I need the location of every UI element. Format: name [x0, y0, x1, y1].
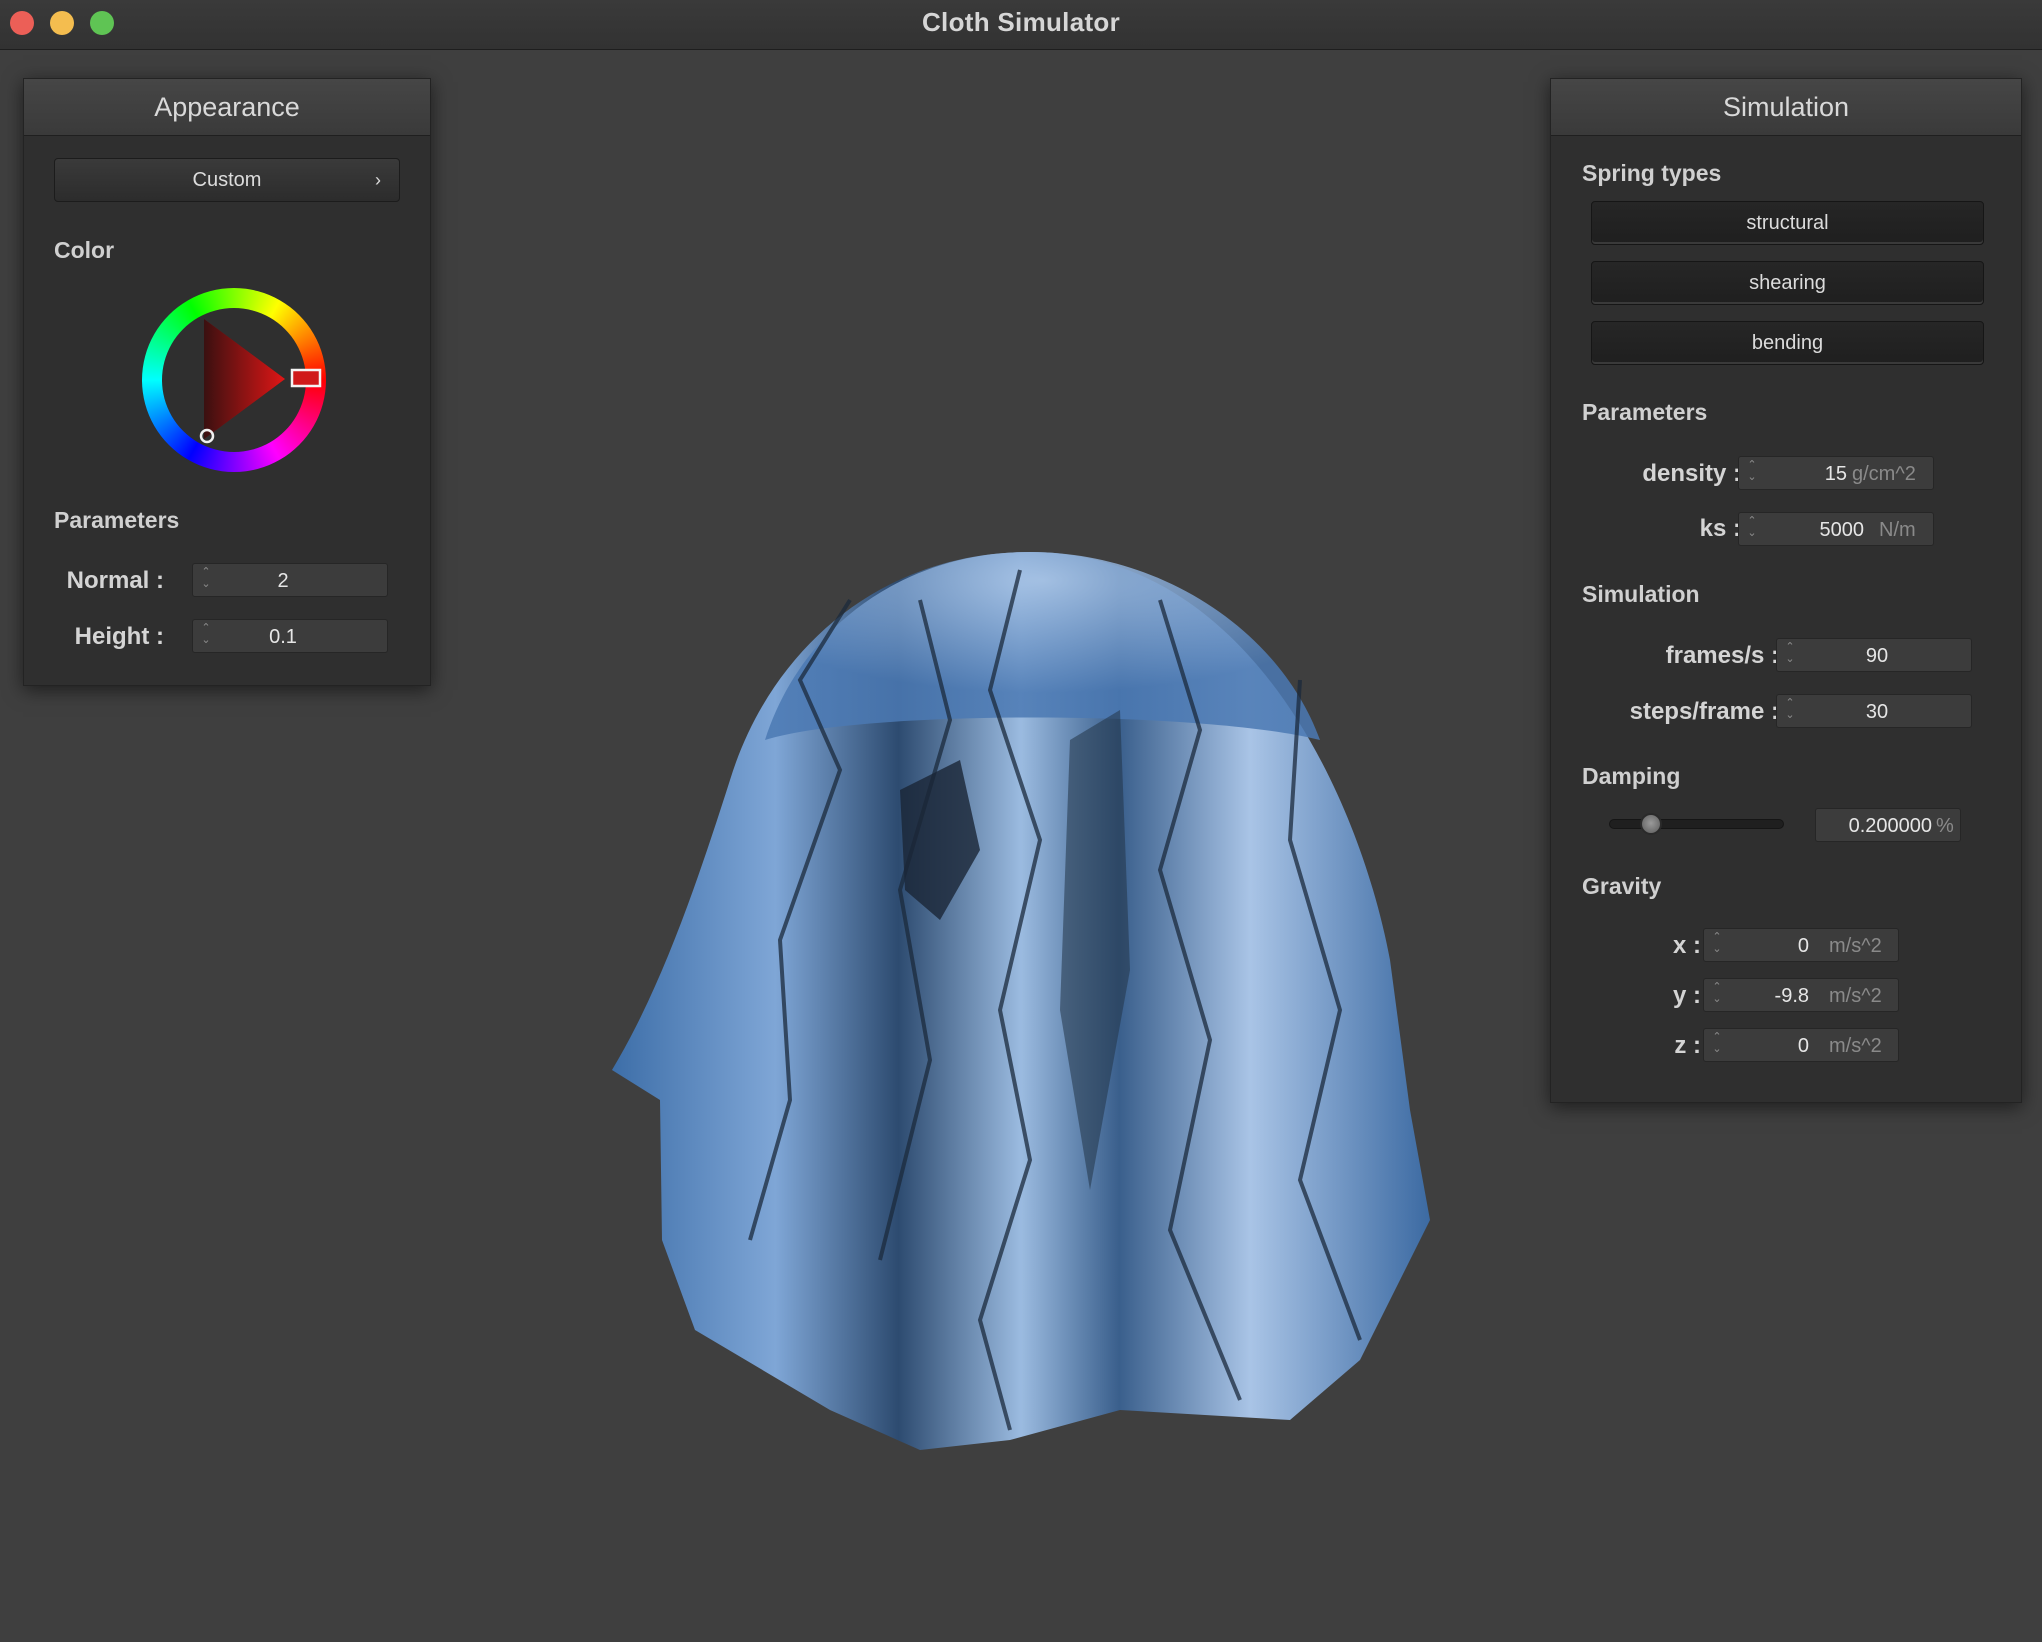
spinner-icon[interactable]: ⌃ ⌄: [1710, 1031, 1724, 1059]
damping-label: Damping: [1582, 763, 1681, 789]
steps-per-frame-label: steps/frame :: [1629, 698, 1779, 725]
gravity-label: Gravity: [1582, 873, 1662, 899]
simulation-section-label: Simulation: [1582, 581, 1700, 607]
density-input[interactable]: ⌃ ⌄ 15 g/cm^2: [1738, 456, 1934, 490]
window-titlebar: Cloth Simulator: [0, 0, 2042, 50]
steps-per-frame-input[interactable]: ⌃ ⌄ 30: [1776, 694, 1972, 728]
window-title: Cloth Simulator: [921, 7, 1121, 37]
damping-value-field[interactable]: 0.200000 %: [1815, 808, 1961, 842]
spinner-icon[interactable]: ⌃ ⌄: [1710, 931, 1724, 959]
bending-toggle-button[interactable]: bending: [1591, 321, 1984, 365]
gravity-x-label: x :: [1672, 932, 1701, 959]
hue-selector-handle[interactable]: [290, 368, 322, 388]
appearance-parameters-label: Parameters: [54, 507, 180, 533]
appearance-panel-header[interactable]: Appearance: [24, 79, 430, 136]
spinner-icon[interactable]: ⌃ ⌄: [1745, 459, 1759, 487]
height-input[interactable]: ⌃ ⌄ 0.1: [192, 619, 388, 653]
spinner-icon[interactable]: ⌃ ⌄: [1745, 515, 1759, 543]
simulation-parameters-label: Parameters: [1582, 399, 1708, 425]
color-wheel-picker[interactable]: [139, 285, 329, 475]
spinner-icon[interactable]: ⌃ ⌄: [199, 566, 213, 594]
cloth-render-viewport[interactable]: [600, 540, 1460, 1460]
gravity-y-input[interactable]: ⌃ ⌄ -9.8 m/s^2: [1703, 978, 1899, 1012]
simulation-panel-header[interactable]: Simulation: [1551, 79, 2021, 136]
cloth-dome-highlight: [765, 552, 1320, 740]
spinner-icon[interactable]: ⌃ ⌄: [1783, 641, 1797, 669]
chevron-right-icon: ›: [375, 170, 381, 190]
frames-per-second-label: frames/s :: [1665, 642, 1779, 669]
shearing-toggle-button[interactable]: shearing: [1591, 261, 1984, 305]
simulation-panel: Simulation Spring types structural shear…: [1550, 78, 2022, 1103]
gravity-y-label: y :: [1672, 982, 1701, 1009]
gravity-x-input[interactable]: ⌃ ⌄ 0 m/s^2: [1703, 928, 1899, 962]
damping-slider-knob[interactable]: [1639, 813, 1662, 835]
structural-toggle-button[interactable]: structural: [1591, 201, 1984, 245]
spinner-icon[interactable]: ⌃ ⌄: [199, 622, 213, 650]
appearance-panel: Appearance Custom › Color Parameters Nor…: [23, 78, 431, 686]
height-label: Height :: [74, 623, 164, 650]
ks-input[interactable]: ⌃ ⌄ 5000 N/m: [1738, 512, 1934, 546]
preset-label: Custom: [192, 169, 262, 191]
color-section-label: Color: [54, 237, 115, 263]
spinner-icon[interactable]: ⌃ ⌄: [1783, 697, 1797, 725]
gravity-z-label: z :: [1674, 1032, 1701, 1059]
preset-dropdown-button[interactable]: Custom ›: [54, 158, 400, 202]
damping-slider-track[interactable]: [1609, 819, 1784, 829]
normal-label: Normal :: [66, 567, 164, 594]
spring-types-label: Spring types: [1582, 160, 1722, 186]
spinner-icon[interactable]: ⌃ ⌄: [1710, 981, 1724, 1009]
gravity-z-input[interactable]: ⌃ ⌄ 0 m/s^2: [1703, 1028, 1899, 1062]
normal-input[interactable]: ⌃ ⌄ 2: [192, 563, 388, 597]
ks-label: ks :: [1699, 515, 1741, 542]
density-label: density :: [1642, 460, 1741, 487]
frames-per-second-input[interactable]: ⌃ ⌄ 90: [1776, 638, 1972, 672]
